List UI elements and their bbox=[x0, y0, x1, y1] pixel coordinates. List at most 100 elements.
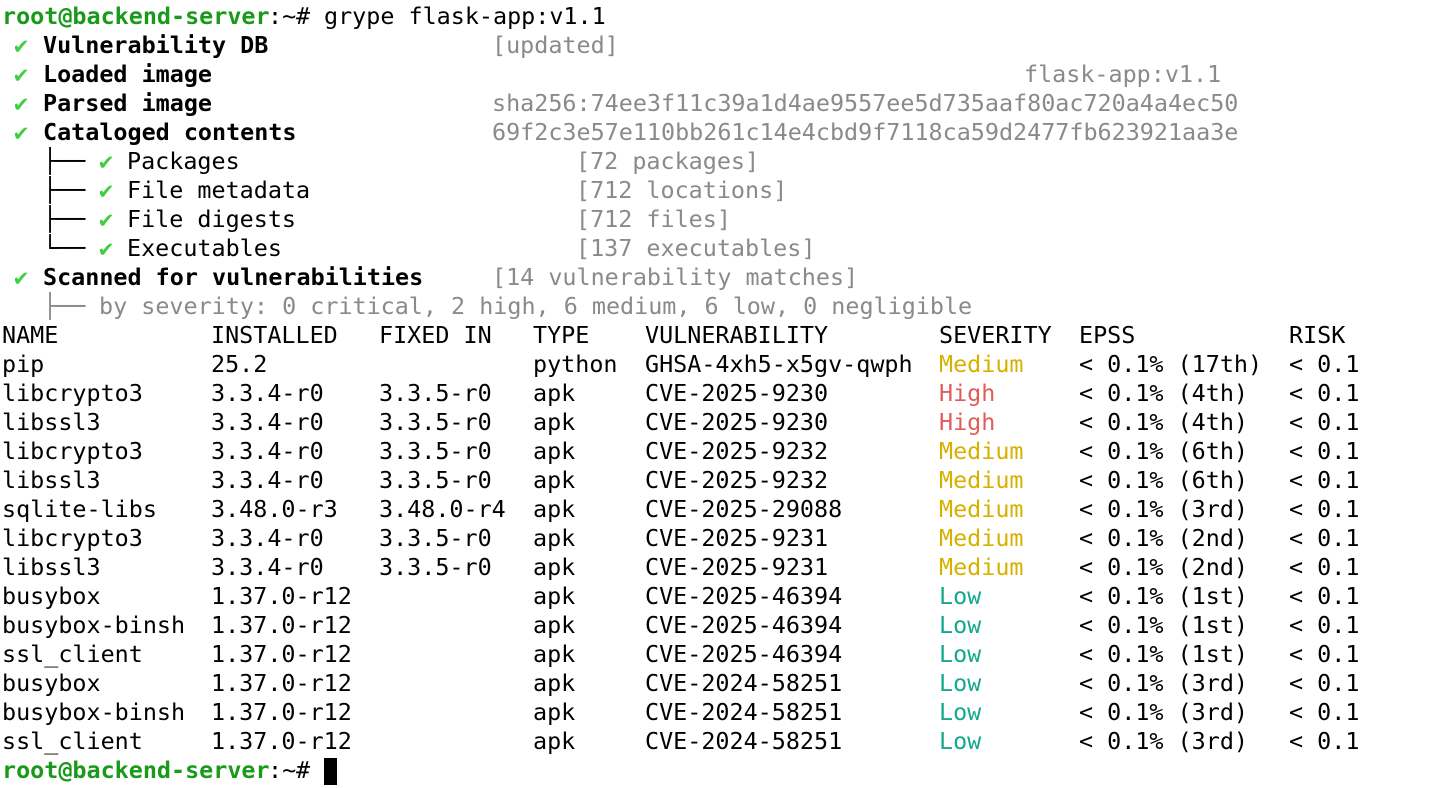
cell-type: apk bbox=[533, 379, 576, 407]
cell-severity: Medium bbox=[939, 466, 1024, 494]
cell-vuln: CVE-2024-58251 bbox=[645, 698, 843, 726]
check-icon: ✔ bbox=[99, 234, 114, 262]
cell-name: libcrypto3 bbox=[2, 524, 143, 552]
command-text: grype flask-app:v1.1 bbox=[324, 2, 606, 30]
step-value: [14 vulnerability matches] bbox=[492, 263, 859, 291]
cell-name: sqlite-libs bbox=[2, 495, 157, 523]
cell-vuln: CVE-2025-9231 bbox=[645, 553, 829, 581]
check-icon: ✔ bbox=[14, 263, 29, 291]
cell-severity: High bbox=[939, 379, 996, 407]
cell-risk: < 0.1 bbox=[1289, 437, 1360, 465]
cell-type: apk bbox=[533, 437, 576, 465]
cell-name: ssl_client bbox=[2, 727, 143, 755]
cell-vuln: CVE-2025-9230 bbox=[645, 408, 829, 436]
cell-type: apk bbox=[533, 669, 576, 697]
terminal-window[interactable]: root@backend-server :~ # grype flask-app… bbox=[0, 0, 1444, 788]
cell-type: apk bbox=[533, 611, 576, 639]
check-icon: ✔ bbox=[14, 118, 29, 146]
cell-installed: 3.3.4-r0 bbox=[211, 466, 324, 494]
cell-installed: 1.37.0-r12 bbox=[211, 611, 352, 639]
prompt-symbol: # bbox=[296, 756, 325, 784]
cell-vuln: CVE-2025-9232 bbox=[645, 437, 829, 465]
cell-type: apk bbox=[533, 640, 576, 668]
cell-name: busybox bbox=[2, 669, 101, 697]
cell-name: libssl3 bbox=[2, 466, 101, 494]
cell-risk: < 0.1 bbox=[1289, 640, 1360, 668]
substep-value: [712 locations] bbox=[576, 176, 788, 204]
cell-fixed: 3.3.5-r0 bbox=[379, 408, 492, 436]
step-label: Vulnerability DB bbox=[43, 31, 269, 59]
cell-name: libssl3 bbox=[2, 408, 101, 436]
cell-epss: < 0.1% (4th) bbox=[1079, 408, 1248, 436]
cell-name: libssl3 bbox=[2, 553, 101, 581]
cell-severity: Medium bbox=[939, 553, 1024, 581]
cell-severity: High bbox=[939, 408, 996, 436]
substep-label: Packages bbox=[127, 147, 240, 175]
command-line: root@backend-server :~ # grype flask-app… bbox=[0, 2, 606, 31]
cell-installed: 3.3.4-r0 bbox=[211, 524, 324, 552]
severity-summary-text: by severity: 0 critical, 2 high, 6 mediu… bbox=[99, 292, 973, 320]
cell-type: apk bbox=[533, 582, 576, 610]
cell-epss: < 0.1% (1st) bbox=[1079, 611, 1248, 639]
step-value: flask-app:v1.1 bbox=[1024, 60, 1222, 88]
col-header-vulnerability: VULNERABILITY bbox=[645, 321, 829, 349]
cell-type: apk bbox=[533, 466, 576, 494]
step-label: Parsed image bbox=[43, 89, 212, 117]
cell-severity: Medium bbox=[939, 495, 1024, 523]
cell-severity: Low bbox=[939, 698, 982, 726]
substep-packages: ├── ✔ Packages [72 packages] bbox=[0, 147, 759, 176]
check-icon: ✔ bbox=[99, 176, 114, 204]
prompt-path: :~ bbox=[268, 756, 297, 784]
cell-epss: < 0.1% (6th) bbox=[1079, 466, 1248, 494]
substep-file-digests: ├── ✔ File digests [712 files] bbox=[0, 205, 731, 234]
cell-fixed: 3.3.5-r0 bbox=[379, 466, 492, 494]
col-header-name: NAME bbox=[2, 321, 59, 349]
tree-branch-icon: ├── bbox=[43, 176, 86, 204]
cell-type: apk bbox=[533, 727, 576, 755]
cell-epss: < 0.1% (3rd) bbox=[1079, 727, 1248, 755]
cell-type: apk bbox=[533, 495, 576, 523]
cell-epss: < 0.1% (2nd) bbox=[1079, 553, 1248, 581]
step-vuln-db: ✔ Vulnerability DB [updated] bbox=[0, 31, 619, 60]
cell-installed: 3.3.4-r0 bbox=[211, 437, 324, 465]
cell-type: apk bbox=[533, 553, 576, 581]
cell-severity: Low bbox=[939, 669, 982, 697]
cell-severity: Low bbox=[939, 582, 982, 610]
cell-severity: Low bbox=[939, 611, 982, 639]
cell-vuln: CVE-2024-58251 bbox=[645, 669, 843, 697]
col-header-installed: INSTALLED bbox=[211, 321, 338, 349]
col-header-fixed: FIXED IN bbox=[379, 321, 492, 349]
tree-branch-icon: ├── bbox=[43, 205, 86, 233]
check-icon: ✔ bbox=[14, 31, 29, 59]
severity-summary: ├── by severity: 0 critical, 2 high, 6 m… bbox=[0, 292, 972, 321]
cell-risk: < 0.1 bbox=[1289, 524, 1360, 552]
check-icon: ✔ bbox=[14, 89, 29, 117]
cell-epss: < 0.1% (6th) bbox=[1079, 437, 1248, 465]
step-cataloged-contents: ✔ Cataloged contents 69f2c3e57e110bb261c… bbox=[0, 118, 1238, 147]
text-cursor bbox=[324, 758, 337, 785]
tree-branch-icon: ├── bbox=[43, 147, 86, 175]
cell-vuln: CVE-2025-46394 bbox=[645, 640, 843, 668]
cell-installed: 1.37.0-r12 bbox=[211, 640, 352, 668]
tree-branch-icon: ├── bbox=[43, 292, 86, 320]
cell-type: python bbox=[533, 350, 618, 378]
cell-vuln: CVE-2025-9231 bbox=[645, 524, 829, 552]
final-prompt-line[interactable]: root@backend-server :~ # bbox=[0, 756, 337, 785]
cell-epss: < 0.1% (4th) bbox=[1079, 379, 1248, 407]
substep-value: [137 executables] bbox=[576, 234, 816, 262]
cell-vuln: GHSA-4xh5-x5gv-qwph bbox=[645, 350, 913, 378]
table-header: NAME INSTALLED FIXED IN TYPE VULNERABILI… bbox=[0, 321, 1345, 350]
step-label: Cataloged contents bbox=[43, 118, 297, 146]
cell-severity: Low bbox=[939, 640, 982, 668]
cell-fixed: 3.48.0-r4 bbox=[379, 495, 506, 523]
cell-type: apk bbox=[533, 524, 576, 552]
substep-label: Executables bbox=[127, 234, 282, 262]
cell-name: pip bbox=[2, 350, 45, 378]
cell-risk: < 0.1 bbox=[1289, 582, 1360, 610]
cell-risk: < 0.1 bbox=[1289, 611, 1360, 639]
cell-name: libcrypto3 bbox=[2, 379, 143, 407]
cell-installed: 3.48.0-r3 bbox=[211, 495, 338, 523]
substep-file-metadata: ├── ✔ File metadata [712 locations] bbox=[0, 176, 787, 205]
cell-severity: Medium bbox=[939, 524, 1024, 552]
step-parsed-image: ✔ Parsed image sha256:74ee3f11c39a1d4ae9… bbox=[0, 89, 1238, 118]
